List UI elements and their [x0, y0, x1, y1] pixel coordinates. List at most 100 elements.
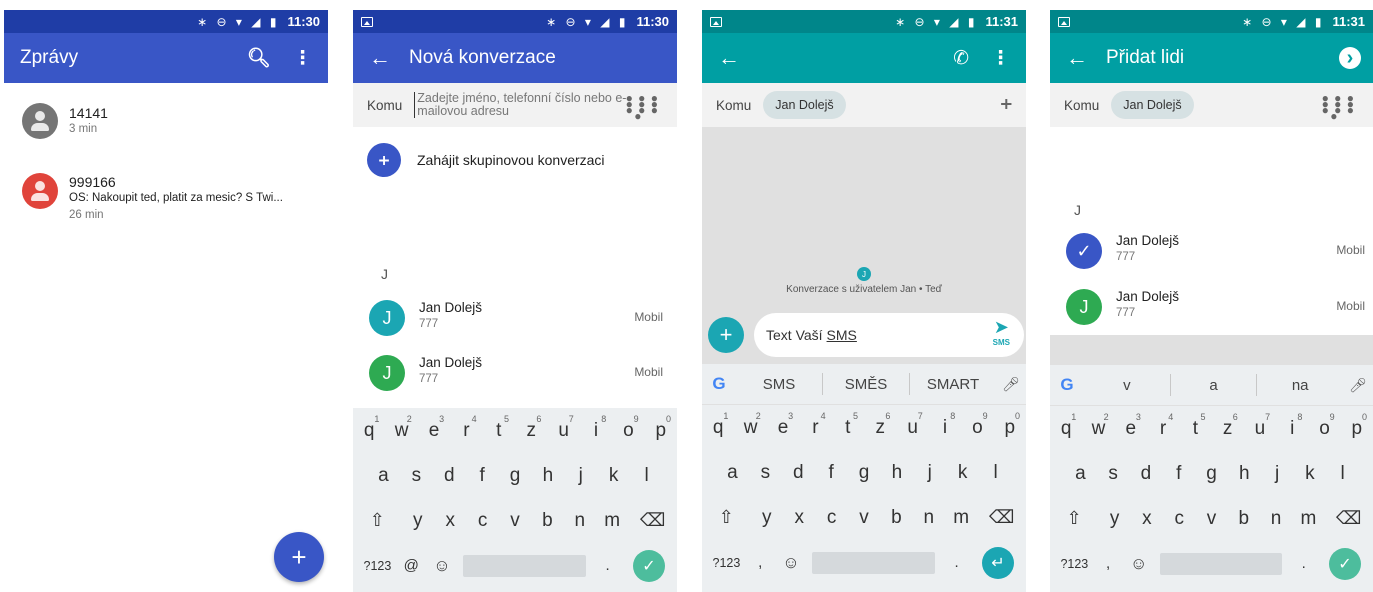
back-arrow-icon[interactable]: ←	[718, 45, 758, 71]
suggestion-1[interactable]: v	[1084, 377, 1170, 394]
key-d[interactable]: d	[782, 462, 815, 484]
key-u[interactable]: u7	[547, 414, 579, 442]
contact-item[interactable]: J Jan Dolejš 777 Mobil	[353, 347, 677, 401]
key-o[interactable]: o9	[1308, 412, 1340, 440]
attach-button[interactable]: +	[708, 317, 744, 353]
emoji-key[interactable]: ☺	[1123, 554, 1154, 574]
key-m[interactable]: m	[596, 510, 628, 532]
contact-item[interactable]: J Jan Dolejš 777 Mobil	[353, 292, 677, 346]
space-key[interactable]	[812, 551, 936, 574]
key-h[interactable]: h	[880, 462, 913, 484]
key-p[interactable]: p0	[1341, 412, 1373, 440]
contact-item[interactable]: J Jan Dolejš 777 Mobil	[1050, 281, 1373, 335]
suggestion-3[interactable]: SMART	[910, 376, 996, 393]
key-o[interactable]: o9	[961, 411, 993, 439]
key-w[interactable]: w2	[734, 411, 766, 439]
key-g[interactable]: g	[848, 462, 881, 484]
key-l[interactable]: l	[1326, 463, 1359, 485]
key-s[interactable]: s	[400, 465, 433, 487]
contact-item-selected[interactable]: ✓ Jan Dolejš 777 Mobil	[1050, 225, 1373, 279]
search-icon[interactable]: 🔍︎	[247, 46, 271, 70]
new-conversation-button[interactable]: +	[274, 532, 324, 582]
key-f[interactable]: f	[466, 465, 499, 487]
key-c[interactable]: c	[815, 507, 847, 529]
key-c[interactable]: c	[1163, 508, 1195, 530]
key-n[interactable]: n	[564, 510, 596, 532]
start-group-conversation[interactable]: ➕︎ Zahájit skupinovou konverzaci	[353, 127, 677, 193]
key-u[interactable]: u7	[896, 411, 928, 439]
key-d[interactable]: d	[1130, 463, 1163, 485]
add-person-icon[interactable]: ➕︎	[1001, 96, 1012, 113]
shift-key[interactable]: ⇧	[702, 507, 751, 528]
key-a[interactable]: a	[716, 462, 749, 484]
period-key[interactable]: .	[1288, 555, 1319, 572]
mic-icon[interactable]: 🎤︎	[996, 376, 1026, 393]
back-arrow-icon[interactable]: ←	[1066, 45, 1106, 71]
key-c[interactable]: c	[466, 510, 498, 532]
message-input[interactable]: Text Vaší SMS ➤ SMS	[754, 313, 1024, 357]
backspace-key[interactable]: ⌫	[977, 507, 1026, 528]
key-r[interactable]: r4	[450, 414, 482, 442]
key-l[interactable]: l	[630, 465, 663, 487]
key-s[interactable]: s	[1097, 463, 1130, 485]
next-icon[interactable]: ›	[1339, 47, 1361, 69]
enter-key[interactable]: ↵	[982, 546, 1014, 579]
key-q[interactable]: q1	[1050, 412, 1082, 440]
phone-icon[interactable]: ✆	[953, 47, 969, 70]
key-l[interactable]: l	[979, 462, 1012, 484]
send-button[interactable]: ➤ SMS	[993, 318, 1010, 351]
key-y[interactable]: y	[402, 510, 434, 532]
key-w[interactable]: w2	[1082, 412, 1114, 440]
key-q[interactable]: q1	[702, 411, 734, 439]
emoji-key[interactable]: ☺	[427, 556, 458, 576]
symbols-key[interactable]: ?123	[708, 556, 745, 570]
google-icon[interactable]: G	[702, 374, 736, 394]
suggestion-1[interactable]: SMS	[736, 376, 822, 393]
space-key[interactable]	[463, 554, 587, 577]
key-n[interactable]: n	[913, 507, 945, 529]
key-t[interactable]: t5	[832, 411, 864, 439]
key-m[interactable]: m	[945, 507, 977, 529]
key-t[interactable]: t5	[1179, 412, 1211, 440]
google-icon[interactable]: G	[1050, 375, 1084, 395]
symbols-key[interactable]: ?123	[1056, 557, 1093, 571]
key-n[interactable]: n	[1260, 508, 1292, 530]
key-v[interactable]: v	[848, 507, 880, 529]
period-key[interactable]: .	[941, 554, 972, 571]
key-a[interactable]: a	[1064, 463, 1097, 485]
key-a[interactable]: a	[367, 465, 400, 487]
more-icon[interactable]: ⋮	[293, 47, 312, 70]
key-e[interactable]: e3	[1115, 412, 1147, 440]
comma-key[interactable]: ,	[1093, 555, 1124, 572]
key-z[interactable]: z6	[864, 411, 896, 439]
key-z[interactable]: z6	[515, 414, 547, 442]
suggestion-2[interactable]: SMĚS	[823, 376, 909, 393]
key-z[interactable]: z6	[1212, 412, 1244, 440]
key-x[interactable]: x	[783, 507, 815, 529]
more-icon[interactable]: ⋮	[991, 47, 1010, 70]
key-v[interactable]: v	[1195, 508, 1227, 530]
key-e[interactable]: e3	[767, 411, 799, 439]
key-f[interactable]: f	[1162, 463, 1195, 485]
key-p[interactable]: p0	[994, 411, 1026, 439]
shift-key[interactable]: ⇧	[1050, 508, 1098, 529]
key-i[interactable]: i8	[580, 414, 612, 442]
space-key[interactable]	[1159, 552, 1283, 575]
suggestion-2[interactable]: a	[1171, 377, 1257, 394]
key-f[interactable]: f	[815, 462, 848, 484]
key-s[interactable]: s	[749, 462, 782, 484]
at-key[interactable]: @	[396, 557, 427, 574]
key-j[interactable]: j	[913, 462, 946, 484]
backspace-key[interactable]: ⌫	[1325, 508, 1373, 529]
key-g[interactable]: g	[1195, 463, 1228, 485]
key-t[interactable]: t5	[483, 414, 515, 442]
key-v[interactable]: v	[499, 510, 531, 532]
key-k[interactable]: k	[946, 462, 979, 484]
key-h[interactable]: h	[531, 465, 564, 487]
key-x[interactable]: x	[434, 510, 466, 532]
suggestion-3[interactable]: na	[1257, 377, 1343, 394]
key-p[interactable]: p0	[645, 414, 677, 442]
key-i[interactable]: i8	[1276, 412, 1308, 440]
key-x[interactable]: x	[1131, 508, 1163, 530]
shift-key[interactable]: ⇧	[353, 510, 402, 531]
